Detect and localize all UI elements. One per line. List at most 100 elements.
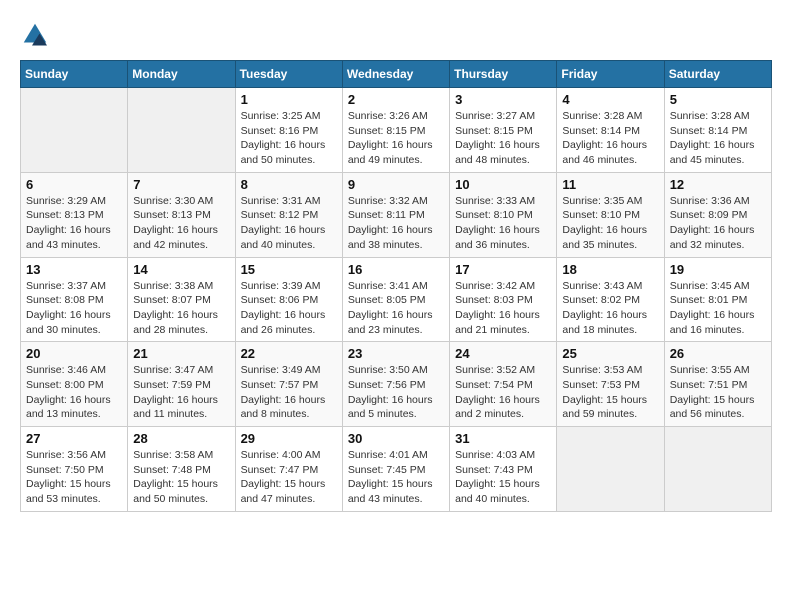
header-friday: Friday [557,61,664,88]
cell-info: Sunrise: 3:55 AM Sunset: 7:51 PM Dayligh… [670,363,766,422]
calendar-cell: 14 Sunrise: 3:38 AM Sunset: 8:07 PM Dayli… [128,257,235,342]
cell-info: Sunrise: 3:58 AM Sunset: 7:48 PM Dayligh… [133,448,229,507]
calendar-cell: 9 Sunrise: 3:32 AM Sunset: 8:11 PM Daylig… [342,172,449,257]
calendar-cell: 15 Sunrise: 3:39 AM Sunset: 8:06 PM Dayli… [235,257,342,342]
calendar-cell: 30 Sunrise: 4:01 AM Sunset: 7:45 PM Dayli… [342,427,449,512]
header-thursday: Thursday [450,61,557,88]
day-number: 8 [241,177,337,192]
calendar-cell: 26 Sunrise: 3:55 AM Sunset: 7:51 PM Dayli… [664,342,771,427]
header-monday: Monday [128,61,235,88]
calendar-cell: 20Sunrise: 3:46 AM Sunset: 8:00 PM Dayli… [21,342,128,427]
cell-info: Sunrise: 3:26 AM Sunset: 8:15 PM Dayligh… [348,109,444,168]
calendar-cell: 31Sunrise: 4:03 AM Sunset: 7:43 PM Dayli… [450,427,557,512]
header-row: SundayMondayTuesdayWednesdayThursdayFrid… [21,61,772,88]
calendar-cell: 10Sunrise: 3:33 AM Sunset: 8:10 PM Dayli… [450,172,557,257]
day-number: 29 [241,431,337,446]
day-number: 30 [348,431,444,446]
calendar-table: SundayMondayTuesdayWednesdayThursdayFrid… [20,60,772,512]
cell-info: Sunrise: 3:31 AM Sunset: 8:12 PM Dayligh… [241,194,337,253]
day-number: 16 [348,262,444,277]
week-row-3: 13 Sunrise: 3:37 AM Sunset: 8:08 PM Dayli… [21,257,772,342]
day-number: 21 [133,346,229,361]
day-number: 4 [562,92,658,107]
day-number: 19 [670,262,766,277]
cell-info: Sunrise: 3:29 AM Sunset: 8:13 PM Dayligh… [26,194,122,253]
day-number: 26 [670,346,766,361]
cell-info: Sunrise: 3:36 AM Sunset: 8:09 PM Dayligh… [670,194,766,253]
cell-info: Sunrise: 3:25 AM Sunset: 8:16 PM Dayligh… [241,109,337,168]
header-tuesday: Tuesday [235,61,342,88]
day-number: 31 [455,431,551,446]
week-row-4: 20Sunrise: 3:46 AM Sunset: 8:00 PM Dayli… [21,342,772,427]
cell-info: Sunrise: 3:39 AM Sunset: 8:06 PM Dayligh… [241,279,337,338]
cell-info: Sunrise: 3:27 AM Sunset: 8:15 PM Dayligh… [455,109,551,168]
cell-info: Sunrise: 3:43 AM Sunset: 8:02 PM Dayligh… [562,279,658,338]
cell-info: Sunrise: 3:28 AM Sunset: 8:14 PM Dayligh… [562,109,658,168]
cell-info: Sunrise: 4:01 AM Sunset: 7:45 PM Dayligh… [348,448,444,507]
day-number: 20 [26,346,122,361]
cell-info: Sunrise: 3:28 AM Sunset: 8:14 PM Dayligh… [670,109,766,168]
cell-info: Sunrise: 3:52 AM Sunset: 7:54 PM Dayligh… [455,363,551,422]
calendar-cell: 27Sunrise: 3:56 AM Sunset: 7:50 PM Dayli… [21,427,128,512]
day-number: 28 [133,431,229,446]
cell-info: Sunrise: 3:35 AM Sunset: 8:10 PM Dayligh… [562,194,658,253]
day-number: 24 [455,346,551,361]
calendar-cell: 12 Sunrise: 3:36 AM Sunset: 8:09 PM Dayli… [664,172,771,257]
cell-info: Sunrise: 3:41 AM Sunset: 8:05 PM Dayligh… [348,279,444,338]
calendar-cell: 1 Sunrise: 3:25 AM Sunset: 8:16 PM Daylig… [235,88,342,173]
cell-info: Sunrise: 3:45 AM Sunset: 8:01 PM Dayligh… [670,279,766,338]
calendar-cell: 22Sunrise: 3:49 AM Sunset: 7:57 PM Dayli… [235,342,342,427]
cell-info: Sunrise: 3:53 AM Sunset: 7:53 PM Dayligh… [562,363,658,422]
header-saturday: Saturday [664,61,771,88]
calendar-cell: 6 Sunrise: 3:29 AM Sunset: 8:13 PM Daylig… [21,172,128,257]
cell-info: Sunrise: 4:00 AM Sunset: 7:47 PM Dayligh… [241,448,337,507]
day-number: 13 [26,262,122,277]
day-number: 15 [241,262,337,277]
day-number: 12 [670,177,766,192]
cell-info: Sunrise: 3:42 AM Sunset: 8:03 PM Dayligh… [455,279,551,338]
calendar-cell: 28 Sunrise: 3:58 AM Sunset: 7:48 PM Dayli… [128,427,235,512]
calendar-cell: 21 Sunrise: 3:47 AM Sunset: 7:59 PM Dayli… [128,342,235,427]
cell-info: Sunrise: 3:38 AM Sunset: 8:07 PM Dayligh… [133,279,229,338]
calendar-cell: 19 Sunrise: 3:45 AM Sunset: 8:01 PM Dayli… [664,257,771,342]
calendar-cell: 4 Sunrise: 3:28 AM Sunset: 8:14 PM Daylig… [557,88,664,173]
week-row-2: 6 Sunrise: 3:29 AM Sunset: 8:13 PM Daylig… [21,172,772,257]
day-number: 25 [562,346,658,361]
week-row-1: 1 Sunrise: 3:25 AM Sunset: 8:16 PM Daylig… [21,88,772,173]
cell-info: Sunrise: 3:50 AM Sunset: 7:56 PM Dayligh… [348,363,444,422]
page-header [20,20,772,50]
day-number: 17 [455,262,551,277]
calendar-cell: 3 Sunrise: 3:27 AM Sunset: 8:15 PM Daylig… [450,88,557,173]
calendar-cell: 17 Sunrise: 3:42 AM Sunset: 8:03 PM Dayli… [450,257,557,342]
calendar-cell: 16 Sunrise: 3:41 AM Sunset: 8:05 PM Dayli… [342,257,449,342]
day-number: 23 [348,346,444,361]
header-wednesday: Wednesday [342,61,449,88]
logo [20,20,54,50]
day-number: 1 [241,92,337,107]
calendar-cell [128,88,235,173]
calendar-cell: 2Sunrise: 3:26 AM Sunset: 8:15 PM Daylig… [342,88,449,173]
calendar-cell: 5 Sunrise: 3:28 AM Sunset: 8:14 PM Daylig… [664,88,771,173]
cell-info: Sunrise: 3:47 AM Sunset: 7:59 PM Dayligh… [133,363,229,422]
calendar-cell: 13 Sunrise: 3:37 AM Sunset: 8:08 PM Dayli… [21,257,128,342]
day-number: 9 [348,177,444,192]
calendar-cell: 7Sunrise: 3:30 AM Sunset: 8:13 PM Daylig… [128,172,235,257]
header-sunday: Sunday [21,61,128,88]
calendar-cell: 29 Sunrise: 4:00 AM Sunset: 7:47 PM Dayli… [235,427,342,512]
week-row-5: 27Sunrise: 3:56 AM Sunset: 7:50 PM Dayli… [21,427,772,512]
day-number: 5 [670,92,766,107]
cell-info: Sunrise: 3:37 AM Sunset: 8:08 PM Dayligh… [26,279,122,338]
calendar-cell: 11Sunrise: 3:35 AM Sunset: 8:10 PM Dayli… [557,172,664,257]
calendar-cell: 8 Sunrise: 3:31 AM Sunset: 8:12 PM Daylig… [235,172,342,257]
calendar-cell: 18 Sunrise: 3:43 AM Sunset: 8:02 PM Dayli… [557,257,664,342]
day-number: 6 [26,177,122,192]
calendar-cell: 24 Sunrise: 3:52 AM Sunset: 7:54 PM Dayli… [450,342,557,427]
calendar-cell: 23 Sunrise: 3:50 AM Sunset: 7:56 PM Dayli… [342,342,449,427]
day-number: 14 [133,262,229,277]
day-number: 18 [562,262,658,277]
cell-info: Sunrise: 3:32 AM Sunset: 8:11 PM Dayligh… [348,194,444,253]
cell-info: Sunrise: 3:49 AM Sunset: 7:57 PM Dayligh… [241,363,337,422]
day-number: 3 [455,92,551,107]
logo-icon [20,20,50,50]
calendar-cell [557,427,664,512]
